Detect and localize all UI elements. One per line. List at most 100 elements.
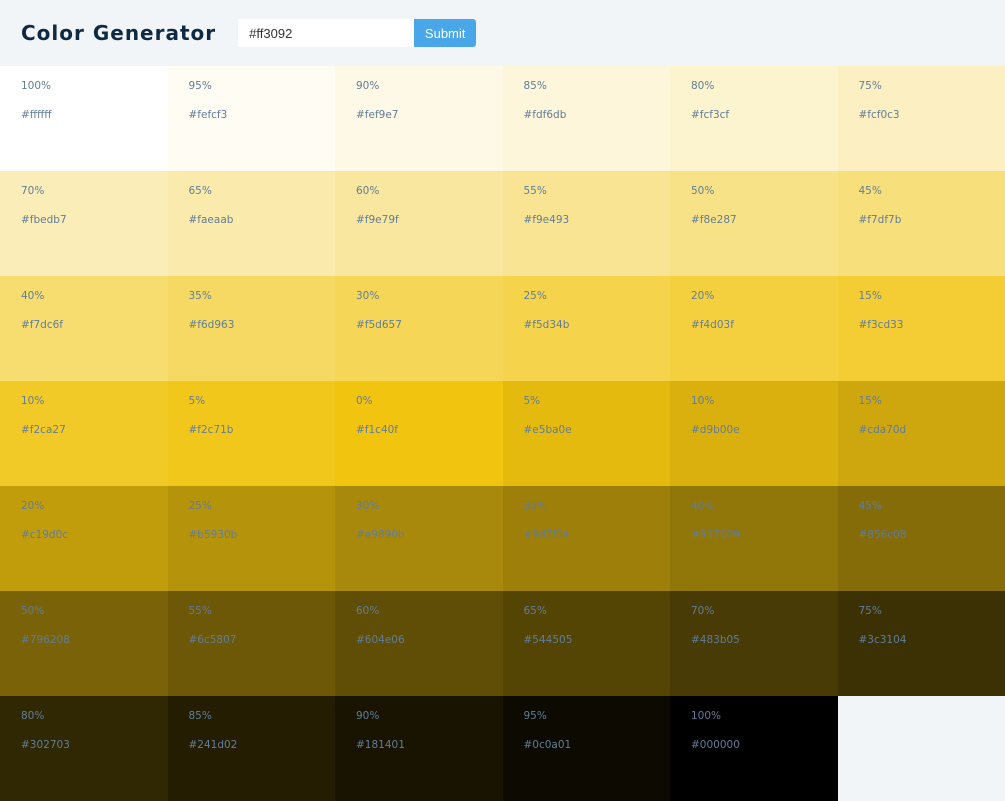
color-swatch[interactable]: 5%#e5ba0e [503,381,671,486]
color-swatch[interactable]: 100%#ffffff [0,66,168,171]
swatch-percent: 100% [691,709,838,723]
color-swatch[interactable]: 45% #856c08 [838,486,1005,591]
hex-color-input[interactable] [238,19,414,47]
color-swatch[interactable]: 60% #f9e79f [335,171,503,276]
swatch-percent: 40% [691,499,838,513]
color-swatch[interactable]: 5%#f2c71b [168,381,336,486]
swatch-hex: #544505 [524,633,671,647]
color-swatch[interactable]: 55%#6c5807 [168,591,336,696]
swatch-hex: #ffffff [21,108,168,122]
swatch-percent: 45% [859,499,1005,513]
color-swatch[interactable]: 0%#f1c40f [335,381,503,486]
swatch-percent: 35% [189,289,336,303]
color-swatch[interactable]: 95% #0c0a01 [503,696,671,801]
color-swatch[interactable]: 40% #f7dc6f [0,276,168,381]
swatch-hex: #f7dc6f [21,318,168,332]
color-swatch-grid: 100%#ffffff95%#fefcf390%#fef9e785%#fdf6d… [0,66,1005,801]
color-swatch[interactable]: 45% #f7df7b [838,171,1005,276]
color-swatch[interactable]: 40% #917609 [670,486,838,591]
swatch-hex: #f2c71b [189,423,336,437]
swatch-hex: #f5d34b [524,318,671,332]
color-swatch[interactable]: 60% #604e06 [335,591,503,696]
color-swatch[interactable]: 80%#fcf3cf [670,66,838,171]
color-swatch[interactable]: 80%#302703 [0,696,168,801]
color-swatch[interactable]: 10% #f2ca27 [0,381,168,486]
app-header: Color Generator Submit [0,0,1005,66]
swatch-hex: #000000 [691,738,838,752]
color-swatch[interactable]: 50% #796208 [0,591,168,696]
swatch-hex: #f9e493 [524,213,671,227]
swatch-percent: 75% [859,604,1005,618]
swatch-hex: #3c3104 [859,633,1005,647]
color-swatch[interactable]: 30%#a9890b [335,486,503,591]
swatch-percent: 50% [21,604,168,618]
color-swatch[interactable]: 85%#241d02 [168,696,336,801]
swatch-hex: #a9890b [356,528,503,542]
swatch-hex: #faeaab [189,213,336,227]
swatch-percent: 10% [21,394,168,408]
swatch-percent: 30% [356,289,503,303]
submit-button[interactable]: Submit [414,19,476,47]
swatch-percent: 95% [189,79,336,93]
color-swatch[interactable]: 25%#b5930b [168,486,336,591]
swatch-percent: 60% [356,604,503,618]
swatch-hex: #f7df7b [859,213,1005,227]
color-swatch[interactable]: 70% #fbedb7 [0,171,168,276]
color-swatch[interactable]: 65%#faeaab [168,171,336,276]
swatch-percent: 5% [524,394,671,408]
swatch-percent: 95% [524,709,671,723]
swatch-percent: 25% [524,289,671,303]
color-swatch[interactable]: 35% #f6d963 [168,276,336,381]
swatch-hex: #f4d03f [691,318,838,332]
swatch-percent: 10% [691,394,838,408]
swatch-hex: #302703 [21,738,168,752]
swatch-percent: 80% [691,79,838,93]
swatch-hex: #604e06 [356,633,503,647]
color-swatch[interactable]: 70%#483b05 [670,591,838,696]
swatch-hex: #fbedb7 [21,213,168,227]
color-swatch[interactable]: 85%#fdf6db [503,66,671,171]
swatch-hex: #0c0a01 [524,738,671,752]
swatch-percent: 40% [21,289,168,303]
swatch-percent: 15% [859,289,1005,303]
swatch-percent: 15% [859,394,1005,408]
color-swatch[interactable]: 15% #cda70d [838,381,1005,486]
color-swatch[interactable]: 30%#f5d657 [335,276,503,381]
color-swatch[interactable]: 65%#544505 [503,591,671,696]
color-swatch[interactable]: 95% #fefcf3 [168,66,336,171]
swatch-hex: #fefcf3 [189,108,336,122]
swatch-percent: 45% [859,184,1005,198]
color-swatch[interactable]: 15% #f3cd33 [838,276,1005,381]
color-swatch[interactable]: 20%#f4d03f [670,276,838,381]
swatch-hex: #fef9e7 [356,108,503,122]
color-swatch[interactable]: 100% #000000 [670,696,838,801]
swatch-percent: 55% [524,184,671,198]
swatch-hex: #f1c40f [356,423,503,437]
swatch-percent: 60% [356,184,503,198]
swatch-percent: 25% [189,499,336,513]
color-swatch[interactable]: 50%#f8e287 [670,171,838,276]
swatch-hex: #d9b00e [691,423,838,437]
color-swatch[interactable]: 25% #f5d34b [503,276,671,381]
color-swatch[interactable]: 10% #d9b00e [670,381,838,486]
color-swatch[interactable]: 75%#fcf0c3 [838,66,1005,171]
swatch-hex: #9d7f0a [524,528,671,542]
swatch-hex: #796208 [21,633,168,647]
color-swatch[interactable]: 90%#fef9e7 [335,66,503,171]
color-form: Submit [238,19,476,47]
swatch-hex: #f6d963 [189,318,336,332]
swatch-hex: #856c08 [859,528,1005,542]
swatch-hex: #f3cd33 [859,318,1005,332]
color-swatch[interactable]: 75% #3c3104 [838,591,1005,696]
color-swatch[interactable]: 55% #f9e493 [503,171,671,276]
swatch-percent: 90% [356,709,503,723]
swatch-hex: #f9e79f [356,213,503,227]
swatch-percent: 35% [524,499,671,513]
color-swatch[interactable]: 90%#181401 [335,696,503,801]
swatch-hex: #cda70d [859,423,1005,437]
swatch-hex: #f2ca27 [21,423,168,437]
color-swatch[interactable]: 35% #9d7f0a [503,486,671,591]
color-swatch[interactable]: 20%#c19d0c [0,486,168,591]
swatch-percent: 70% [21,184,168,198]
swatch-hex: #917609 [691,528,838,542]
